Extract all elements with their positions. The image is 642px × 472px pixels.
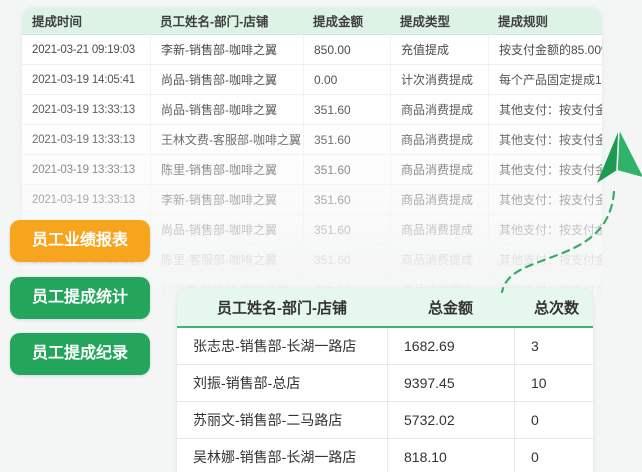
commission-cell-rule: 其他支付：按支付金额的15.00 [488, 154, 602, 184]
table-row: 2021-03-19 13:33:13 陈里-销售部-咖啡之翼 351.60 商品消费… [22, 154, 602, 184]
summary-cell-count: 10 [514, 365, 593, 402]
table-row: 2021-03-19 13:33:13尚品-销售部-咖啡之翼351.60商品消费… [22, 94, 602, 124]
commission-cell-amount: 351.60 [303, 94, 390, 124]
commission-cell-time: 2021-03-19 14:05:41 [22, 64, 150, 94]
summary-column-header: 总次数 [514, 288, 593, 328]
commission-cell-amount: 351.60 [303, 124, 390, 154]
commission-cell-type: 商品消费提成 [390, 244, 488, 274]
commission-cell-name: 王林文费-客服部-咖啡之翼 [150, 124, 303, 154]
commission-cell-type: 计次消费提成 [390, 64, 488, 94]
commission-header-row: 提成时间 员工姓名-部门-店铺 提成金额 提成类型 提成规则 [22, 7, 602, 35]
commission-column-header: 提成金额 [303, 7, 390, 35]
summary-cell-total: 1682.69 [387, 328, 514, 365]
commission-column-header: 提成类型 [390, 7, 488, 35]
summary-cell-count: 0 [514, 402, 593, 439]
commission-cell-amount: 0.00 [303, 64, 390, 94]
commission-cell-time: 2021-03-21 09:19:03 [32, 43, 135, 56]
commission-cell-time: 2021-03-19 13:33:13 [22, 184, 150, 214]
summary-column-header: 员工姓名-部门-店铺 [177, 288, 387, 328]
summary-header-row: 员工姓名-部门-店铺 总金额 总次数 [177, 288, 593, 328]
commission-cell-rule: 按支付金额的85.00% X 员工提成 [488, 35, 602, 64]
commission-cell-name: 尚品-销售部-咖啡之翼 [150, 214, 303, 244]
table-row: 2021-03-19 14:05:41 尚品-销售部-咖啡之翼 0.00 计次消费提成… [22, 64, 602, 94]
summary-cell-total: 9397.45 [387, 365, 514, 402]
summary-cell-name: 刘振-销售部-总店 [177, 365, 387, 402]
summary-cell-total: 5732.02 [387, 402, 514, 439]
commission-cell-name: 尚品-销售部-咖啡之翼 [150, 64, 303, 94]
table-row: 刘振-销售部-总店 9397.45 10 [177, 365, 593, 402]
table-row: 吴林娜-销售部-长湖一路店 818.10 0 [177, 439, 593, 472]
employee-performance-report-button[interactable]: 员工业绩报表 [10, 220, 150, 262]
summary-cell-count: 0 [514, 439, 593, 472]
table-row: 2021-03-19 13:33:13 王林文费-客服部-咖啡之翼 351.60 商品… [22, 124, 602, 154]
employee-commission-stats-button[interactable]: 员工提成统计 [10, 277, 150, 319]
page: 提成时间 员工姓名-部门-店铺 提成金额 提成类型 提成规则 2021-03-21 09… [0, 0, 642, 472]
commission-cell-rule: 其他支付：按支付金额的15.00 [488, 214, 602, 244]
table-row: 2021-03-21 09:19:03 李新-销售部-咖啡之翼 850.00 充值提成… [22, 35, 602, 64]
commission-cell-name: 陈里-销售部-咖啡之翼 [150, 154, 303, 184]
summary-cell-total: 818.10 [387, 439, 514, 472]
commission-cell-name: 李新-销售部-咖啡之翼 [150, 35, 303, 64]
commission-cell-rule: 每个产品固定提成10.00元 X 员工 [488, 64, 602, 94]
commission-cell-time: 2021-03-19 13:33:13 [22, 94, 150, 124]
commission-cell-amount: 351.60 [303, 244, 390, 274]
table-row: 张志忠-销售部-长湖一路店 1682.69 3 [177, 328, 593, 365]
commission-column-header: 提成规则 [488, 7, 602, 35]
commission-cell-name: 陈里-客服部-咖啡之翼 [150, 244, 303, 274]
commission-cell-rule: 其他支付：按支付金额的15.00 [488, 244, 602, 274]
commission-cell-rule: 其他支付：按支付金额的15.00 [488, 184, 602, 214]
commission-cell-time: 2021-03-19 13:33:13 [22, 124, 150, 154]
commission-cell-amount: 351.60 [303, 184, 390, 214]
commission-cell-type: 商品消费提成 [390, 184, 488, 214]
commission-cell-name: 尚品-销售部-咖啡之翼 [150, 94, 303, 124]
commission-cell-type: 商品消费提成 [390, 124, 488, 154]
commission-cell-rule: 其他支付：按支付金额的15.00 [488, 124, 602, 154]
summary-cell-count: 3 [514, 328, 593, 365]
commission-table-body: 2021-03-21 09:19:03 李新-销售部-咖啡之翼 850.00 充值提成… [22, 35, 602, 303]
summary-cell-name: 苏丽文-销售部-二马路店 [177, 402, 387, 439]
table-row: 苏丽文-销售部-二马路店 5732.02 0 [177, 402, 593, 439]
commission-cell-amount: 351.60 [303, 214, 390, 244]
summary-table: 员工姓名-部门-店铺 总金额 总次数 张志忠-销售部-长湖一路店 1682.69 3 刘振… [177, 288, 593, 472]
summary-table-card: 员工姓名-部门-店铺 总金额 总次数 张志忠-销售部-长湖一路店 1682.69 3 刘振… [177, 288, 593, 472]
commission-cell-rule: 其他支付：按支付金额的15.00 [488, 94, 602, 124]
summary-cell-name: 吴林娜-销售部-长湖一路店 [177, 439, 387, 472]
employee-commission-records-button[interactable]: 员工提成纪录 [10, 333, 150, 375]
summary-column-header: 总金额 [387, 288, 514, 328]
commission-column-header: 提成时间 [22, 7, 150, 35]
commission-cell-type: 商品消费提成 [390, 94, 488, 124]
summary-table-body: 张志忠-销售部-长湖一路店 1682.69 3 刘振-销售部-总店 9397.45 10 苏… [177, 328, 593, 472]
summary-cell-name: 张志忠-销售部-长湖一路店 [177, 328, 387, 365]
commission-cell-type: 商品消费提成 [390, 214, 488, 244]
commission-cell-amount: 850.00 [303, 35, 390, 64]
commission-cell-type: 充值提成 [390, 35, 488, 64]
paper-plane-fold-line [616, 129, 620, 171]
commission-column-header: 员工姓名-部门-店铺 [150, 7, 303, 35]
commission-cell-name: 李新-销售部-咖啡之翼 [150, 184, 303, 214]
paper-plane-right-wing [617, 130, 642, 177]
commission-cell-amount: 351.60 [303, 154, 390, 184]
commission-cell-time: 2021-03-19 13:33:13 [22, 154, 150, 184]
table-row: 2021-03-19 13:33:13 李新-销售部-咖啡之翼 351.60 商品消费… [22, 184, 602, 214]
commission-cell-type: 商品消费提成 [390, 154, 488, 184]
